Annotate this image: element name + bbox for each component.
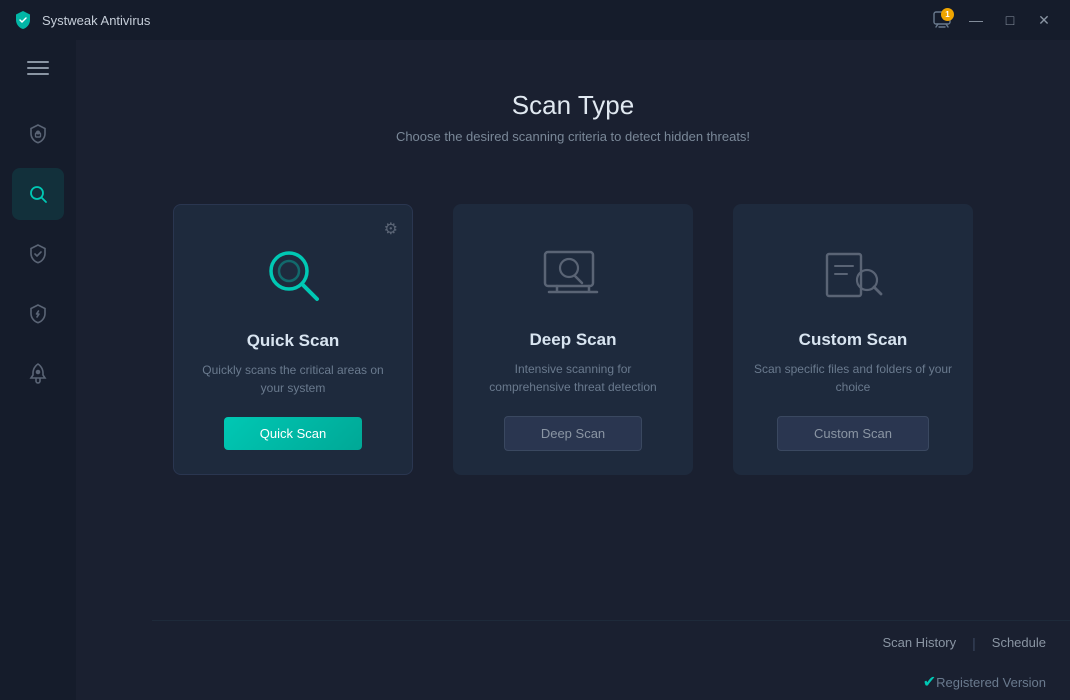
scan-cards-container: ⚙ Quick Scan Quickly scans the critical …: [173, 204, 973, 475]
deep-scan-card[interactable]: Deep Scan Intensive scanning for compreh…: [453, 204, 693, 475]
search-icon: [26, 182, 50, 206]
shield-lock-icon: [26, 122, 50, 146]
sidebar: [0, 40, 76, 700]
hamburger-line: [27, 73, 49, 75]
quick-scan-button[interactable]: Quick Scan: [224, 417, 362, 450]
deep-scan-button[interactable]: Deep Scan: [504, 416, 642, 451]
deep-scan-icon: [533, 234, 613, 314]
title-bar: Systweak Antivirus 1 — □ ✕: [0, 0, 1070, 40]
sidebar-item-boost[interactable]: [12, 348, 64, 400]
page-title: Scan Type: [512, 90, 634, 121]
main-layout: Scan Type Choose the desired scanning cr…: [0, 40, 1070, 700]
custom-scan-desc: Scan specific files and folders of your …: [753, 360, 953, 396]
scan-history-link[interactable]: Scan History: [882, 635, 956, 650]
page-subtitle: Choose the desired scanning criteria to …: [396, 129, 750, 144]
gear-icon[interactable]: ⚙: [384, 219, 398, 239]
quick-scan-title: Quick Scan: [247, 331, 340, 351]
shield-bolt-icon: [26, 302, 50, 326]
sidebar-item-scan[interactable]: [12, 168, 64, 220]
title-bar-controls: 1 — □ ✕: [928, 6, 1058, 34]
custom-scan-icon: [813, 234, 893, 314]
sidebar-item-check[interactable]: [12, 228, 64, 280]
content-area: Scan Type Choose the desired scanning cr…: [76, 40, 1070, 700]
footer-registered: ✔ Registered Version: [152, 664, 1070, 700]
close-button[interactable]: ✕: [1030, 9, 1058, 31]
notification-icon[interactable]: 1: [928, 6, 956, 34]
registered-label: Registered Version: [936, 675, 1046, 690]
deep-scan-desc: Intensive scanning for comprehensive thr…: [473, 360, 673, 396]
custom-scan-title: Custom Scan: [799, 330, 908, 350]
shield-check-icon: [26, 242, 50, 266]
sidebar-item-security[interactable]: [12, 288, 64, 340]
app-logo-icon: [12, 9, 34, 31]
footer-links: Scan History | Schedule: [152, 620, 1070, 664]
footer-divider: |: [972, 635, 976, 651]
quick-scan-icon: [253, 235, 333, 315]
custom-scan-card[interactable]: Custom Scan Scan specific files and fold…: [733, 204, 973, 475]
footer-area: Scan History | Schedule ✔ Registered Ver…: [152, 620, 1070, 700]
quick-scan-card[interactable]: ⚙ Quick Scan Quickly scans the critical …: [173, 204, 413, 475]
quick-scan-desc: Quickly scans the critical areas on your…: [194, 361, 392, 397]
notification-badge: 1: [941, 8, 954, 21]
deep-scan-title: Deep Scan: [530, 330, 617, 350]
title-bar-left: Systweak Antivirus: [12, 9, 150, 31]
sidebar-item-protection[interactable]: [12, 108, 64, 160]
minimize-button[interactable]: —: [962, 9, 990, 31]
hamburger-line: [27, 67, 49, 69]
registered-check-icon: ✔: [923, 672, 936, 692]
custom-scan-button[interactable]: Custom Scan: [777, 416, 929, 451]
schedule-link[interactable]: Schedule: [992, 635, 1046, 650]
hamburger-line: [27, 61, 49, 63]
app-title: Systweak Antivirus: [42, 13, 150, 28]
sidebar-menu-toggle[interactable]: [16, 50, 60, 86]
maximize-button[interactable]: □: [996, 9, 1024, 31]
rocket-icon: [26, 362, 50, 386]
